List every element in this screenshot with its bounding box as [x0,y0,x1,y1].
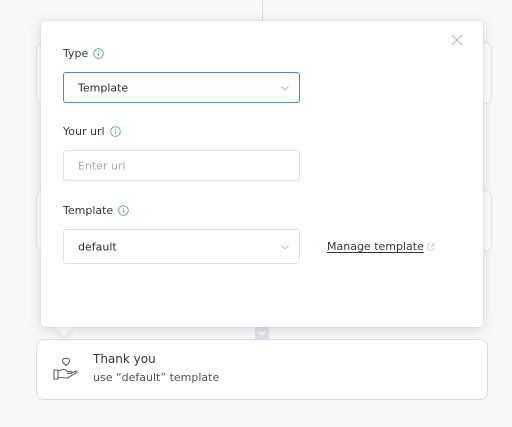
type-select-value: Template [78,81,129,94]
manage-template-label: Manage template [327,240,424,253]
type-label: Type [63,47,89,60]
url-label: Your url [63,125,105,138]
info-icon[interactable] [109,126,121,137]
url-input[interactable]: Enter url [63,150,300,181]
step-settings-popover: Type Template Your url Enter url Templat… [41,21,483,327]
hand-heart-icon [53,357,78,380]
type-label-row: Type [63,47,105,60]
template-select-value: default [78,240,117,253]
external-link-icon [427,243,435,250]
info-icon[interactable] [118,205,129,216]
chevron-down-icon [281,244,289,249]
template-label-row: Template [63,204,129,217]
template-select[interactable]: default [63,229,300,264]
chevron-down-icon [281,85,289,90]
url-label-row: Your url [63,125,121,138]
step-subtitle: use “default” template [93,371,220,384]
manage-template-link[interactable]: Manage template [327,240,435,253]
thank-you-step-card[interactable]: Thank you use “default” template [36,339,488,400]
info-icon[interactable] [93,48,105,59]
connector-chevron-icon [255,327,269,339]
template-label: Template [63,204,114,217]
url-input-placeholder: Enter url [78,159,126,172]
type-select[interactable]: Template [63,72,300,103]
step-title: Thank you [93,352,156,366]
close-icon[interactable] [450,33,464,47]
